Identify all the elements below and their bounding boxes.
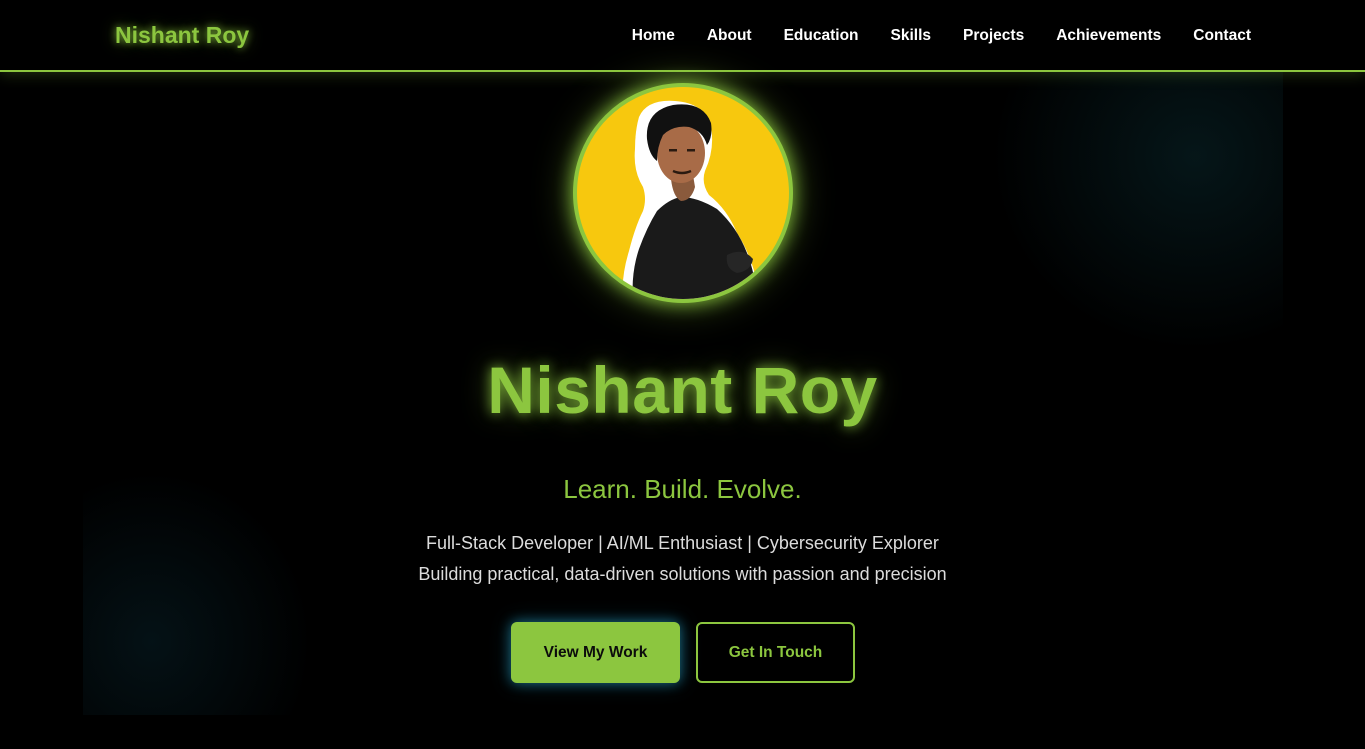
background-glow-bottom-left: [83, 470, 313, 715]
nav-link-home[interactable]: Home: [632, 27, 675, 44]
get-in-touch-button[interactable]: Get In Touch: [696, 622, 855, 683]
navbar: Nishant Roy Home About Education Skills …: [0, 0, 1365, 72]
nav-link-contact[interactable]: Contact: [1193, 27, 1251, 44]
brand-logo[interactable]: Nishant Roy: [115, 22, 249, 49]
nav-link-about[interactable]: About: [707, 27, 752, 44]
nav-link-education[interactable]: Education: [784, 27, 859, 44]
nav-link-skills[interactable]: Skills: [891, 27, 932, 44]
background-glow-top-right: [990, 72, 1283, 352]
hero-tagline: Learn. Build. Evolve.: [563, 474, 802, 504]
profile-photo: [622, 100, 761, 299]
nav-links: Home About Education Skills Projects Ach…: [632, 25, 1251, 45]
hero-subtitle: Building practical, data-driven solution…: [418, 564, 947, 584]
hero-name: Nishant Roy: [487, 353, 878, 427]
view-my-work-button[interactable]: View My Work: [511, 622, 680, 683]
profile-avatar: [573, 83, 793, 303]
nav-link-achievements[interactable]: Achievements: [1056, 27, 1161, 44]
hero-roles: Full-Stack Developer | AI/ML Enthusiast …: [426, 533, 939, 553]
nav-link-projects[interactable]: Projects: [963, 27, 1024, 44]
page: Nishant Roy Home About Education Skills …: [0, 0, 1365, 749]
